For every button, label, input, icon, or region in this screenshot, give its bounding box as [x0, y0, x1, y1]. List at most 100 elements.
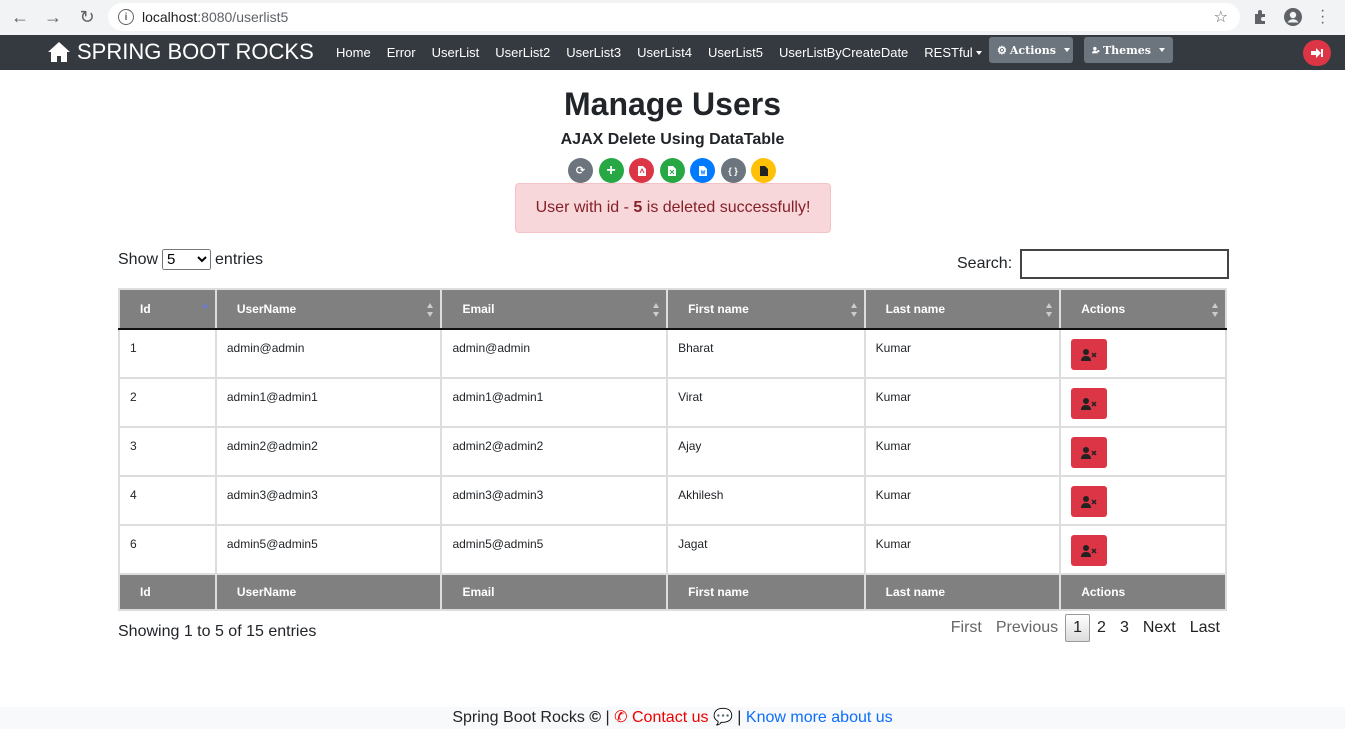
col-header-id[interactable]: Id	[118, 288, 217, 330]
reload-icon[interactable]: ↻	[76, 6, 98, 28]
pager-previous[interactable]: Previous	[989, 615, 1065, 641]
forward-arrow-icon[interactable]: →	[42, 6, 64, 28]
user-times-icon	[1081, 544, 1097, 557]
nav-userlist3[interactable]: UserList3	[566, 45, 621, 60]
gear-icon: ⚙	[997, 43, 1007, 57]
export-text-button[interactable]	[751, 158, 776, 183]
success-alert: User with id - 5 is deleted successfully…	[515, 183, 831, 233]
export-word-button[interactable]	[690, 158, 715, 183]
cell-username: admin2@admin2	[214, 426, 443, 477]
delete-user-button[interactable]	[1071, 388, 1108, 419]
alert-id: 5	[633, 199, 643, 216]
col-header-firstname[interactable]: First name	[666, 288, 866, 330]
cell-lastname: Kumar	[863, 426, 1062, 477]
show-label: Show	[118, 250, 159, 268]
nav-userlist5[interactable]: UserList5	[708, 45, 763, 60]
cell-id: 2	[118, 377, 217, 428]
url-path: :8080/userlist5	[197, 9, 289, 25]
site-info-icon[interactable]: i	[118, 9, 134, 25]
col-header-email[interactable]: Email	[440, 288, 669, 330]
col-footer-lastname: Last name	[863, 573, 1062, 611]
profile-icon[interactable]	[1283, 7, 1303, 27]
cell-actions	[1059, 524, 1227, 575]
themes-label: Themes	[1102, 43, 1151, 57]
nav-userlistbycreatedate[interactable]: UserListByCreateDate	[779, 45, 908, 60]
refresh-button[interactable]: ⟳	[568, 158, 593, 183]
delete-user-button[interactable]	[1071, 486, 1108, 517]
export-excel-button[interactable]	[659, 158, 685, 183]
pager-last[interactable]: Last	[1183, 615, 1227, 641]
pager-page-3[interactable]: 3	[1113, 615, 1136, 641]
add-user-button[interactable]: +	[598, 158, 624, 183]
export-json-button[interactable]: { }	[720, 158, 746, 183]
cell-email: admin5@admin5	[440, 524, 669, 575]
search-label: Search:	[957, 255, 1013, 272]
table-row: 6 admin5@admin5 admin5@admin5 Jagat Kuma…	[118, 524, 1227, 575]
export-pdf-button[interactable]	[629, 158, 654, 183]
page-title: Manage Users	[564, 86, 781, 122]
delete-user-button[interactable]	[1071, 437, 1108, 468]
contact-link[interactable]: ✆ Contact us 💬	[614, 709, 733, 726]
pager-next[interactable]: Next	[1136, 615, 1183, 641]
browser-toolbar: ← → ↻ i localhost:8080/userlist5 ☆ · · ·	[0, 0, 1345, 35]
nav-links: Home Error UserList UserList2 UserList3 …	[336, 35, 998, 70]
actions-label: Actions	[1009, 43, 1056, 57]
cell-email: admin3@admin3	[440, 475, 669, 526]
nav-userlist4[interactable]: UserList4	[637, 45, 692, 60]
sort-asc-icon	[201, 303, 209, 317]
cell-firstname: Ajay	[666, 426, 866, 477]
col-header-actions[interactable]: Actions	[1059, 288, 1227, 330]
user-times-icon	[1081, 348, 1097, 361]
pager-page-2[interactable]: 2	[1090, 615, 1113, 641]
footer-brand: Spring Boot Rocks	[452, 709, 585, 726]
logout-button[interactable]	[1303, 40, 1331, 66]
table-row: 4 admin3@admin3 admin3@admin3 Akhilesh K…	[118, 475, 1227, 526]
delete-user-button[interactable]	[1071, 339, 1108, 370]
browser-menu-icon[interactable]: · · ·	[1320, 3, 1325, 31]
brand-link[interactable]: SPRING BOOT ROCKS	[47, 39, 314, 65]
search-input[interactable]	[1020, 249, 1230, 279]
sort-icon	[427, 303, 434, 317]
back-arrow-icon[interactable]: ←	[9, 6, 31, 28]
cell-firstname: Jagat	[666, 524, 866, 575]
users-table: Id UserName Email First name Last name A…	[118, 288, 1227, 611]
cell-id: 3	[118, 426, 217, 477]
extensions-icon[interactable]	[1252, 8, 1270, 26]
address-bar[interactable]: i localhost:8080/userlist5 ☆	[108, 3, 1240, 31]
page-length-select[interactable]: 5	[162, 249, 212, 270]
cell-firstname: Virat	[666, 377, 866, 428]
col-header-username[interactable]: UserName	[214, 288, 443, 330]
copyright-icon: ©	[589, 709, 602, 726]
col-footer-id: Id	[118, 573, 217, 611]
table-row: 3 admin2@admin2 admin2@admin2 Ajay Kumar	[118, 426, 1227, 477]
export-toolbar: ⟳ + { }	[568, 158, 782, 183]
themes-dropdown-button[interactable]: Themes	[1084, 37, 1173, 63]
nav-home[interactable]: Home	[336, 45, 371, 60]
cell-username: admin@admin	[214, 328, 443, 379]
file-excel-icon	[668, 165, 676, 176]
nav-error[interactable]: Error	[387, 45, 416, 60]
col-header-label: Last name	[885, 302, 945, 316]
cell-firstname: Bharat	[666, 328, 866, 379]
know-more-link[interactable]: Know more about us	[746, 709, 893, 726]
nav-userlist[interactable]: UserList	[432, 45, 480, 60]
table-info: Showing 1 to 5 of 15 entries	[118, 623, 317, 640]
nav-userlist2[interactable]: UserList2	[495, 45, 550, 60]
sort-icon	[850, 303, 858, 317]
cell-id: 6	[118, 524, 217, 575]
pager-page-1[interactable]: 1	[1065, 614, 1091, 642]
col-header-lastname[interactable]: Last name	[863, 288, 1062, 330]
col-header-label: UserName	[236, 302, 297, 316]
actions-dropdown-button[interactable]: ⚙ Actions	[989, 37, 1073, 63]
page-subtitle: AJAX Delete Using DataTable	[560, 131, 785, 148]
pager-first[interactable]: First	[944, 615, 989, 641]
cell-actions	[1059, 377, 1227, 428]
cell-lastname: Kumar	[863, 475, 1062, 526]
bookmark-star-icon[interactable]: ☆	[1214, 7, 1228, 27]
file-icon	[759, 165, 768, 176]
col-header-label: Actions	[1081, 302, 1126, 316]
nav-restful-dropdown[interactable]: RESTful	[924, 45, 981, 60]
delete-user-button[interactable]	[1071, 535, 1108, 566]
home-icon	[48, 42, 70, 62]
cell-firstname: Akhilesh	[666, 475, 866, 526]
